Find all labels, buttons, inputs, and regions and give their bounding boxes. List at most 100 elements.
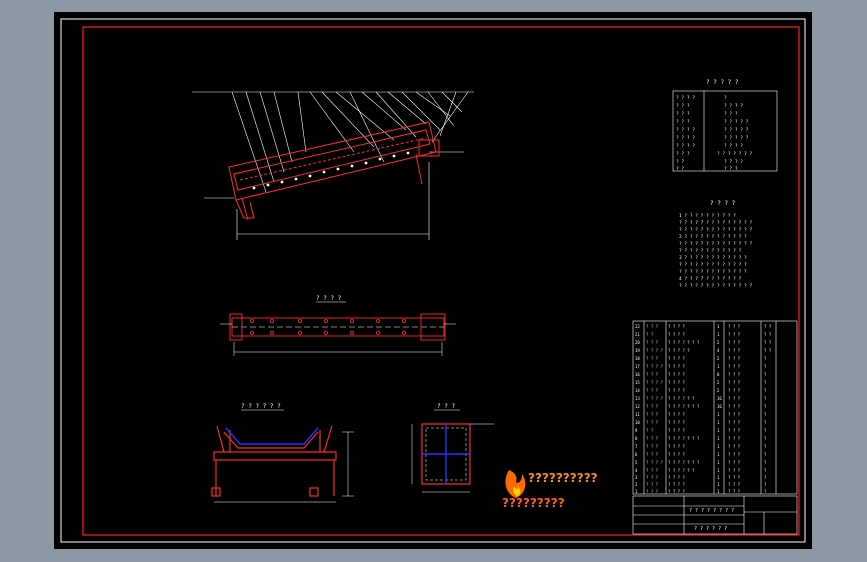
part-name: ? ? ? ? [668, 475, 685, 480]
parts-list-rows: 22 ? ? ? ? ? ? ? 1 ? ? ? ? ? 21 ? ? ? ? … [635, 324, 772, 494]
part-no: 17 [635, 364, 640, 369]
part-material: ? ? ? [728, 348, 741, 353]
part-qty: 1 [717, 412, 720, 417]
part-name: ? ? ? ? ? ? [668, 468, 695, 473]
tech-param-value: ? ? ? [724, 111, 738, 117]
parts-row: 7 ? ? ? ? ? ? ? 1 ? ? ? ? [635, 444, 767, 449]
tech-requirement-line: 3 ? ? ? ? ? ? ? ? ? ? ? ? [679, 255, 747, 261]
part-note: ? [764, 396, 767, 401]
cad-drawing: ? ? ? ? ? ? ? ? ? ? ? ? ? ? ? ? ? ? ? ? … [60, 18, 806, 543]
part-code: ? ? ? [646, 452, 659, 457]
part-code: ? ? ? [646, 372, 659, 377]
part-code: ? ? ? [646, 489, 659, 494]
tech-param-value: ? ? ? ? ? [724, 135, 749, 141]
tech-param-row: ? ? ? ? ? ? ? ? ? [676, 135, 749, 141]
parts-row: 20 ? ? ? ? ? ? ? ? ? ? 2 ? ? ? ? ? [635, 340, 772, 345]
part-qty: 1 [717, 452, 720, 457]
part-qty: 2 [717, 340, 720, 345]
part-material: ? ? ? [728, 412, 741, 417]
part-name: ? ? ? ? [668, 356, 685, 361]
part-material: ? ? ? [728, 404, 741, 409]
tech-requirement-line: 2 ? ? ? ? ? ? ? ? ? ? ? ? [679, 234, 747, 240]
part-qty: 16 [717, 404, 722, 409]
part-code: ? ? ? [646, 404, 659, 409]
part-no: 13 [635, 396, 640, 401]
part-note: ? [764, 452, 767, 457]
part-material: ? ? ? [728, 364, 741, 369]
part-qty: 1 [717, 468, 720, 473]
parts-row: 22 ? ? ? ? ? ? ? 1 ? ? ? ? ? [635, 324, 772, 329]
tech-params-heading: ? ? ? ? ? [706, 79, 739, 86]
part-note: ? ? [764, 324, 772, 329]
tech-requirements-heading: ? ? ? ? [710, 200, 736, 207]
part-name: ? ? ? ? [668, 364, 685, 369]
parts-row: 9 ? ? ? ? ? ? 1 ? ? ? ? [635, 428, 767, 433]
conveyor-rollers [252, 151, 410, 190]
part-name: ? ? ? ? [668, 420, 685, 425]
tech-param-value: ? ? ? ? ? [724, 119, 749, 125]
part-material: ? ? ? [728, 428, 741, 433]
watermark-line2: ????????? [502, 496, 565, 510]
part-qty: 1 [717, 475, 720, 480]
part-no: 4 [635, 468, 638, 473]
part-name: ? ? ? ? [668, 332, 685, 337]
parts-row: 21 ? ? ? ? ? ? 1 ? ? ? ? ? [635, 332, 772, 337]
parts-row: 13 ? ? ? ? ? ? ? ? ? ? 16 ? ? ? ? [635, 396, 767, 401]
tech-param-row: ? ? ? ? ? ? [676, 159, 743, 165]
part-note: ? [764, 420, 767, 425]
tech-param-row: ? ? ? ? ? ? [676, 111, 738, 117]
parts-row: 19 ? ? ? ? ? ? ? ? ? 4 ? ? ? ? ? [635, 348, 772, 353]
tech-param-name: ? ? ? ? [676, 143, 695, 149]
parts-row: 8 ? ? ? ? ? ? ? ? ? ? 1 ? ? ? ? [635, 436, 767, 441]
part-qty: 1 [717, 420, 720, 425]
part-name: ? ? ? ? [668, 324, 685, 329]
parts-row: 17 ? ? ? ? ? ? ? ? 1 ? ? ? ? [635, 364, 767, 369]
part-note: ? [764, 372, 767, 377]
part-name: ? ? ? ? ? ? [668, 396, 695, 401]
part-name: ? ? ? ? ? ? ? [668, 404, 700, 409]
rollers-view-belt [225, 427, 319, 445]
part-note: ? [764, 489, 767, 494]
tech-param-name: ? ? ? ? [676, 127, 695, 133]
part-qty: 1 [717, 428, 720, 433]
tech-param-value: ? ? ? ? ? [724, 127, 749, 133]
part-qty: 1 [717, 324, 720, 329]
parts-row: 4 ? ? ? ? ? ? ? ? ? 1 ? ? ? ? [635, 468, 767, 473]
leader-lines [231, 91, 469, 193]
part-no: 21 [635, 332, 640, 337]
tech-param-name: ? ? ? [676, 111, 690, 117]
part-material: ? ? ? [728, 444, 741, 449]
part-name: ? ? ? ? ? ? ? [668, 460, 700, 465]
parts-row: 11 ? ? ? ? ? ? ? 1 ? ? ? ? [635, 412, 767, 417]
tech-param-row: ? ? ? ? ? ? ? [676, 103, 743, 109]
tech-params-rows: ? ? ? ? ? ? ? ? ? ? ? ? ? ? ? ? ? ? ? ? … [676, 95, 753, 172]
part-qty: 1 [717, 436, 720, 441]
part-note: ? [764, 436, 767, 441]
parts-row: 1 ? ? ? ? ? ? ? 1 ? ? ? ? [635, 489, 767, 494]
part-note: ? [764, 356, 767, 361]
part-no: 8 [635, 436, 638, 441]
part-qty: 2 [717, 388, 720, 393]
conveyor-frame [228, 121, 440, 221]
part-no: 10 [635, 420, 640, 425]
part-code: ? ? ? ? [646, 460, 663, 465]
part-no: 2 [635, 482, 638, 487]
part-material: ? ? ? [728, 475, 741, 480]
part-note: ? ? [764, 348, 772, 353]
tech-param-row: ? ? ? ? ? ? ? ? ? ? [676, 151, 753, 157]
part-code: ? ? ? [646, 340, 659, 345]
part-code: ? ? ? ? [646, 396, 663, 401]
tech-param-value: ? ? ? ? [724, 159, 743, 165]
part-material: ? ? ? [728, 324, 741, 329]
tech-requirement-line: ? ? ? ? ? ? ? ? ? ? ? ? ? ? [679, 220, 752, 226]
part-no: 19 [635, 348, 640, 353]
part-qty: 2 [717, 380, 720, 385]
part-no: 20 [635, 340, 640, 345]
part-qty: 1 [717, 482, 720, 487]
part-material: ? ? ? [728, 388, 741, 393]
part-code: ? ? ? [646, 324, 659, 329]
top-view-title: ? ? ? ? [316, 295, 342, 302]
school-name: ? ? ? ? ? ? [694, 526, 727, 532]
rollers-view-title: ? ? ? ? ? ? [241, 403, 281, 410]
part-note: ? [764, 482, 767, 487]
